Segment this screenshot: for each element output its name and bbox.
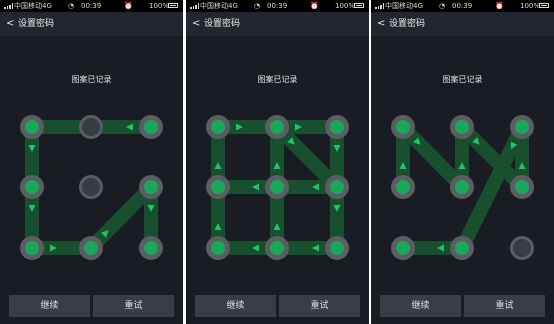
pattern-dot-fill — [330, 180, 344, 194]
pattern-dot-1[interactable] — [20, 115, 44, 139]
pattern-dot-empty — [82, 178, 100, 196]
pattern-dot-fill — [330, 241, 344, 255]
pattern-dot-9[interactable] — [510, 236, 534, 260]
pattern-dot-4[interactable] — [206, 175, 230, 199]
pattern-dot-fill — [396, 241, 410, 255]
pattern-dot-fill — [270, 180, 284, 194]
phone-screen-3: 中国移动4G ◔ 00:39 ⏰ 100% < 设置密码 图案已记录 继续 重试 — [371, 0, 554, 324]
pattern-dot-fill — [455, 120, 469, 134]
pattern-dot-2[interactable] — [79, 115, 103, 139]
pattern-dot-7[interactable] — [391, 236, 415, 260]
pattern-dot-7[interactable] — [20, 236, 44, 260]
continue-button[interactable]: 继续 — [380, 295, 461, 317]
pattern-dot-1[interactable] — [391, 115, 415, 139]
pattern-dot-fill — [455, 180, 469, 194]
pattern-dot-8[interactable] — [79, 236, 103, 260]
pattern-dot-6[interactable] — [510, 175, 534, 199]
continue-button[interactable]: 继续 — [195, 295, 276, 317]
pattern-dot-9[interactable] — [325, 236, 349, 260]
pattern-segment — [84, 180, 158, 255]
pattern-dot-5[interactable] — [450, 175, 474, 199]
retry-button[interactable]: 重试 — [93, 295, 174, 317]
pattern-grid[interactable] — [371, 0, 554, 324]
pattern-dot-fill — [396, 180, 410, 194]
pattern-dot-fill — [211, 180, 225, 194]
pattern-dot-2[interactable] — [450, 115, 474, 139]
pattern-dot-3[interactable] — [510, 115, 534, 139]
pattern-dot-1[interactable] — [206, 115, 230, 139]
retry-button[interactable]: 重试 — [464, 295, 545, 317]
pattern-grid[interactable] — [0, 0, 183, 324]
pattern-dot-4[interactable] — [20, 175, 44, 199]
pattern-dot-empty — [513, 239, 531, 257]
pattern-dot-empty — [82, 118, 100, 136]
pattern-dot-3[interactable] — [139, 115, 163, 139]
pattern-dot-fill — [211, 241, 225, 255]
pattern-dot-2[interactable] — [265, 115, 289, 139]
pattern-dot-fill — [25, 120, 39, 134]
pattern-grid[interactable] — [186, 0, 369, 324]
pattern-dot-6[interactable] — [139, 175, 163, 199]
pattern-dot-fill — [270, 241, 284, 255]
pattern-dot-fill — [144, 241, 158, 255]
pattern-dot-5[interactable] — [79, 175, 103, 199]
pattern-dot-fill — [270, 120, 284, 134]
pattern-dot-9[interactable] — [139, 236, 163, 260]
pattern-dot-8[interactable] — [450, 236, 474, 260]
retry-button[interactable]: 重试 — [279, 295, 360, 317]
pattern-dot-fill — [144, 180, 158, 194]
pattern-dot-fill — [455, 241, 469, 255]
pattern-dot-7[interactable] — [206, 236, 230, 260]
pattern-dot-5[interactable] — [265, 175, 289, 199]
phone-screen-2: 中国移动4G ◔ 00:39 ⏰ 100% < 设置密码 图案已记录 继续 重试 — [186, 0, 369, 324]
pattern-dot-8[interactable] — [265, 236, 289, 260]
pattern-dot-fill — [211, 120, 225, 134]
pattern-segment — [396, 120, 469, 194]
pattern-dot-fill — [84, 241, 98, 255]
continue-button[interactable]: 继续 — [9, 295, 90, 317]
pattern-segment — [270, 120, 344, 194]
pattern-dot-3[interactable] — [325, 115, 349, 139]
pattern-dot-fill — [515, 180, 529, 194]
pattern-dot-fill — [25, 241, 39, 255]
pattern-dot-fill — [330, 120, 344, 134]
pattern-dot-6[interactable] — [325, 175, 349, 199]
pattern-dot-fill — [25, 180, 39, 194]
pattern-dot-fill — [515, 120, 529, 134]
pattern-dot-fill — [144, 120, 158, 134]
pattern-dot-4[interactable] — [391, 175, 415, 199]
phone-screen-1: 中国移动4G ◔ 00:39 ⏰ 100% < 设置密码 图案已记录 继续 重试 — [0, 0, 183, 324]
pattern-dot-fill — [396, 120, 410, 134]
